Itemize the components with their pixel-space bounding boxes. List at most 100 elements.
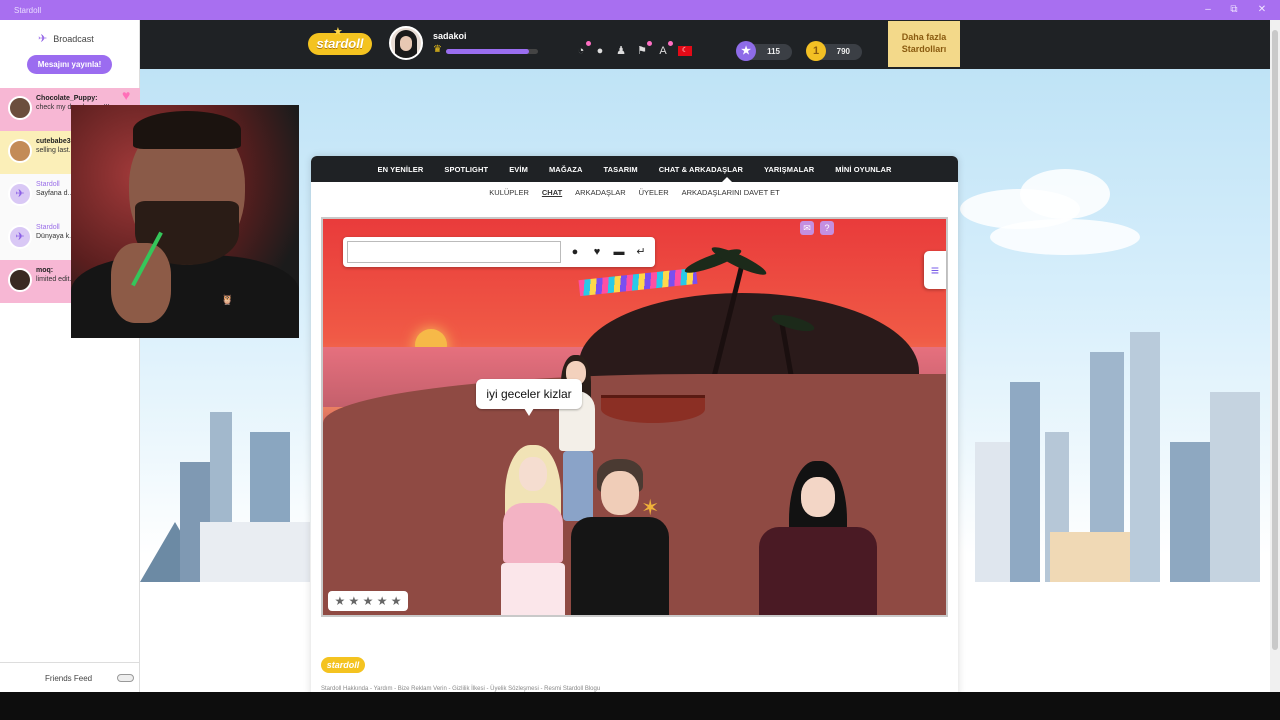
building [1010, 382, 1040, 582]
room-rating-stars[interactable]: ★ ★ ★ ★ ★ [328, 591, 408, 611]
speech-bubble-tail [524, 408, 534, 416]
friends-feed-toggle[interactable] [117, 674, 134, 682]
footer-stardoll-logo[interactable]: stardoll [321, 657, 365, 673]
building [975, 442, 1015, 582]
turkish-flag-icon[interactable]: ☾ [678, 46, 692, 56]
star-icon: ★ [333, 26, 343, 38]
doll-shirt [571, 517, 669, 615]
nav-item-design[interactable]: TASARIM [603, 165, 637, 182]
rainbow-towel [578, 267, 698, 297]
scene-menu-icon[interactable]: ≡ [924, 251, 946, 289]
building [1050, 532, 1130, 582]
avatar [8, 268, 32, 292]
subnav-friends[interactable]: ARKADAŞLAR [575, 188, 625, 197]
chat-icon[interactable]: ● [593, 44, 607, 58]
building [1210, 392, 1260, 582]
avatar [8, 96, 32, 120]
video-person-hand [111, 243, 171, 323]
feed-item-name: Chocolate_Puppy: [36, 95, 98, 102]
level-progress-fill [446, 49, 529, 54]
scrollbar-thumb[interactable] [1272, 30, 1278, 650]
window-title: Stardoll [14, 6, 42, 15]
user-avatar[interactable] [389, 26, 423, 60]
taskbar [0, 692, 1280, 720]
friends-feed-label: Friends Feed [45, 674, 93, 683]
bell-icon[interactable]: ◔ [574, 41, 591, 58]
flower-decoration: ✶ [641, 495, 660, 520]
avatar [8, 139, 32, 163]
heart-icon[interactable]: ♥ [122, 87, 130, 103]
speech-bubble: iyi geceler kizlar [476, 379, 582, 409]
nav-item-shop[interactable]: MAĞAZA [549, 165, 583, 182]
cloud [1020, 169, 1110, 219]
friends-feed-bar: Friends Feed [0, 662, 140, 692]
chat-message-input[interactable] [347, 241, 561, 263]
subnav-chat[interactable]: CHAT [542, 188, 562, 197]
text-icon[interactable]: A [656, 41, 673, 58]
building [1130, 332, 1160, 582]
main-nav: EN YENİLER SPOTLIGHT EVİM MAĞAZA TASARIM… [311, 156, 958, 182]
subnav-members[interactable]: ÜYELER [639, 188, 669, 197]
chat-room-scene[interactable]: ✶ [321, 217, 948, 617]
avatar-face [400, 36, 412, 51]
crown-icon: ♛ [433, 44, 442, 55]
broadcast-label: Broadcast [53, 33, 94, 44]
avatar-doll[interactable] [565, 459, 675, 615]
friends-icon[interactable]: ♟ [614, 44, 628, 58]
active-nav-indicator [722, 177, 732, 182]
close-button[interactable]: ✕ [1254, 3, 1270, 17]
megaphone-icon: ✈ [38, 33, 48, 45]
island [579, 293, 919, 383]
video-person-shirt [71, 255, 299, 338]
stardollar-icon: ★ [736, 41, 756, 61]
doll-face [519, 457, 547, 491]
chat-toolbar: ● ♥ ▬ ↵ [343, 237, 655, 267]
subnav-invite-friends[interactable]: ARKADAŞLARINI DAVET ET [682, 188, 780, 197]
feed-item-name: Stardoll [36, 224, 60, 231]
megaphone-icon: ✈ [8, 225, 32, 249]
feed-item-name: Stardoll [36, 181, 60, 188]
window-titlebar: Stardoll – ⧉ ✕ [0, 0, 1280, 20]
help-icon[interactable]: ? [820, 221, 834, 235]
sub-nav: KULÜPLER CHAT ARKADAŞLAR ÜYELER ARKADAŞL… [311, 188, 958, 197]
doll-face [801, 477, 835, 517]
doll-face [601, 471, 639, 515]
building [200, 522, 310, 582]
minimize-button[interactable]: – [1200, 3, 1216, 17]
coin-icon: 1 [806, 41, 826, 61]
heart-icon[interactable]: ♥ [589, 245, 605, 259]
site-header: stardoll ★ sadakoi ♛ ◔ ● ♟ ⚑ A ☾ 115 ★ 7… [140, 20, 1270, 69]
megaphone-icon: ✈ [8, 182, 32, 206]
bookmark-icon[interactable]: ⚑ [635, 41, 652, 58]
emote-icon[interactable]: ▬ [611, 245, 627, 259]
video-person-hair [133, 111, 241, 149]
publish-message-button[interactable]: Mesajını yayınla! [27, 55, 112, 74]
buy-more-stardollars-button[interactable]: Daha fazla Stardolları [888, 21, 960, 67]
nav-item-home[interactable]: EVİM [509, 165, 528, 182]
mail-icon[interactable]: ✉ [800, 221, 814, 235]
owl-logo-icon: 🦉 [221, 295, 234, 306]
send-icon[interactable]: ↵ [633, 245, 649, 259]
restore-button[interactable]: ⧉ [1226, 3, 1242, 17]
doll-top [503, 503, 563, 563]
chat-bubble-icon[interactable]: ● [567, 245, 583, 259]
nav-item-contests[interactable]: YARIŞMALAR [764, 165, 814, 182]
boat [601, 395, 705, 423]
notification-dot [586, 41, 591, 46]
subnav-clubs[interactable]: KULÜPLER [489, 188, 529, 197]
feed-item-name: moq: [36, 267, 54, 274]
page-scrollbar[interactable] [1270, 20, 1280, 692]
doll-skirt [501, 563, 565, 615]
avatar-doll[interactable] [491, 445, 575, 615]
notification-dot [668, 41, 673, 46]
nav-item-mini-games[interactable]: MİNİ OYUNLAR [835, 165, 891, 182]
broadcast-header[interactable]: ✈ Broadcast [38, 32, 94, 45]
nav-item-newest[interactable]: EN YENİLER [378, 165, 424, 182]
video-overlay[interactable]: 🦉 [71, 105, 299, 338]
cloud [990, 219, 1140, 255]
doll-blazer [759, 527, 877, 615]
avatar-doll[interactable] [753, 461, 883, 615]
nav-item-spotlight[interactable]: SPOTLIGHT [444, 165, 488, 182]
notification-dot [647, 41, 652, 46]
username[interactable]: sadakoi [433, 31, 467, 41]
